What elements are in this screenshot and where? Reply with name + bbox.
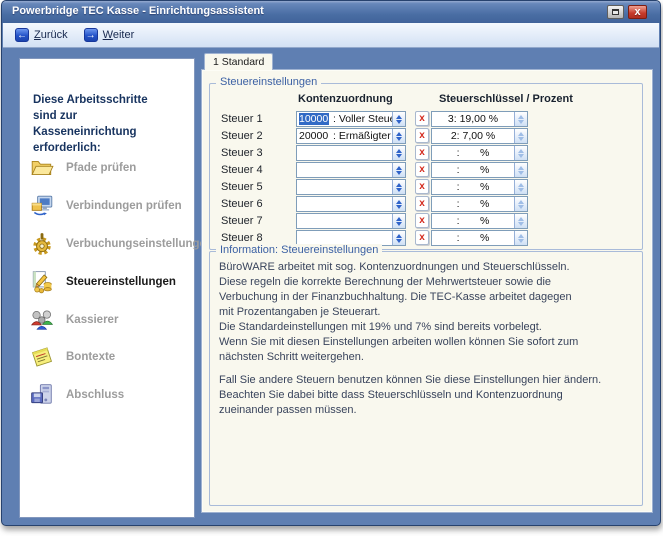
- taxkey-spinner-icon[interactable]: [514, 231, 527, 245]
- account-spinner-icon[interactable]: [392, 180, 405, 194]
- taxkey-value: : %: [432, 198, 514, 210]
- account-combo-1[interactable]: 10000 : Voller Steuersatz: [296, 111, 406, 127]
- cashier-group-icon: [30, 308, 54, 332]
- taxkey-spinner-icon[interactable]: [514, 112, 527, 126]
- column-header-kontenzuordnung: Kontenzuordnung: [298, 93, 393, 105]
- network-connection-icon: [30, 194, 54, 218]
- forward-label: Weiter: [103, 29, 135, 41]
- back-label: Zurück: [34, 29, 68, 41]
- taxkey-value: : %: [432, 147, 514, 159]
- account-spinner-icon[interactable]: [392, 129, 405, 143]
- clear-taxkey-button-3[interactable]: x: [415, 145, 429, 160]
- taxkey-spinner-icon[interactable]: [514, 163, 527, 177]
- close-button[interactable]: x: [628, 5, 647, 19]
- sidebar-item-pfade-pruefen[interactable]: Pfade prüfen: [30, 155, 136, 181]
- tax-row-2: Steuer 2 20000 : Ermäßigter Steuers x 2:…: [210, 128, 642, 144]
- tax-row-4: Steuer 4 x : %: [210, 162, 642, 178]
- tax-settings-group: Steuereinstellungen Kontenzuordnung Steu…: [209, 83, 643, 250]
- information-text: BüroWARE arbeitet mit sog. Kontenzuordnu…: [219, 261, 636, 419]
- clear-taxkey-button-2[interactable]: x: [415, 128, 429, 143]
- account-spinner-icon[interactable]: [392, 231, 405, 245]
- forward-button[interactable]: → Weiter: [84, 28, 135, 42]
- tax-row-6: Steuer 6 x : %: [210, 196, 642, 212]
- sidebar-item-verbindungen-pruefen[interactable]: Verbindungen prüfen: [30, 193, 182, 219]
- sidebar-item-abschluss[interactable]: Abschluss: [30, 382, 124, 408]
- title-bar: Powerbridge TEC Kasse - Einrichtungsassi…: [2, 1, 660, 23]
- account-spinner-icon[interactable]: [392, 163, 405, 177]
- sidebar-item-bontexte[interactable]: Bontexte: [30, 344, 115, 370]
- tax-row-3: Steuer 3 x : %: [210, 145, 642, 161]
- restore-button[interactable]: [607, 5, 624, 19]
- taxkey-combo-1[interactable]: 3: 19,00 %: [431, 111, 528, 127]
- account-spinner-icon[interactable]: [392, 146, 405, 160]
- taxkey-value: : %: [432, 181, 514, 193]
- steps-heading: Diese Arbeitsschritte sind zur Kassenein…: [33, 92, 183, 156]
- wizard-window: Powerbridge TEC Kasse - Einrichtungsassi…: [1, 0, 661, 526]
- taxkey-spinner-icon[interactable]: [514, 129, 527, 143]
- account-value: 10000: [299, 113, 329, 125]
- taxkey-value: : %: [432, 164, 514, 176]
- taxkey-combo-2[interactable]: 2: 7,00 %: [431, 128, 528, 144]
- sidebar-item-steuereinstellungen[interactable]: Steuereinstellungen: [30, 269, 176, 295]
- clear-taxkey-button-5[interactable]: x: [415, 179, 429, 194]
- account-combo-5[interactable]: [296, 179, 406, 195]
- account-spinner-icon[interactable]: [392, 214, 405, 228]
- taxkey-value: : %: [432, 232, 514, 244]
- account-value: 20000: [299, 130, 329, 142]
- clear-taxkey-button-1[interactable]: x: [415, 111, 429, 126]
- account-combo-4[interactable]: [296, 162, 406, 178]
- window-title: Powerbridge TEC Kasse - Einrichtungsassi…: [12, 5, 264, 17]
- taxkey-combo-7[interactable]: : %: [431, 213, 528, 229]
- clear-taxkey-button-7[interactable]: x: [415, 213, 429, 228]
- taxkey-spinner-icon[interactable]: [514, 197, 527, 211]
- account-combo-7[interactable]: [296, 213, 406, 229]
- steps-sidebar: Diese Arbeitsschritte sind zur Kassenein…: [19, 58, 195, 518]
- tax-group-title: Steuereinstellungen: [216, 76, 321, 88]
- back-button[interactable]: ← Zurück: [15, 28, 68, 42]
- folder-icon: [30, 156, 54, 180]
- account-combo-3[interactable]: [296, 145, 406, 161]
- information-group: Information: Steuereinstellungen BüroWAR…: [209, 251, 643, 506]
- taxkey-combo-5[interactable]: : %: [431, 179, 528, 195]
- forward-arrow-icon: →: [84, 28, 98, 42]
- taxkey-combo-8[interactable]: : %: [431, 230, 528, 246]
- tax-row-1: Steuer 1 10000 : Voller Steuersatz x 3: …: [210, 111, 642, 127]
- computer-disk-icon: [30, 383, 54, 407]
- account-spinner-icon[interactable]: [392, 197, 405, 211]
- tax-row-7: Steuer 7 x : %: [210, 213, 642, 229]
- sidebar-item-kassierer[interactable]: Kassierer: [30, 307, 118, 333]
- taxkey-combo-3[interactable]: : %: [431, 145, 528, 161]
- wizard-toolbar: ← Zurück → Weiter: [3, 23, 659, 48]
- account-combo-6[interactable]: [296, 196, 406, 212]
- note-icon: [30, 345, 54, 369]
- tab-standard[interactable]: 1 Standard: [204, 53, 273, 70]
- taxkey-value: : %: [432, 215, 514, 227]
- tab-page: Steuereinstellungen Kontenzuordnung Steu…: [201, 69, 653, 513]
- clear-taxkey-button-4[interactable]: x: [415, 162, 429, 177]
- taxkey-value: 2: 7,00 %: [432, 130, 514, 142]
- restore-icon: [612, 9, 619, 15]
- taxkey-combo-4[interactable]: : %: [431, 162, 528, 178]
- column-header-steuerschluessel: Steuerschlüssel / Prozent: [439, 93, 573, 105]
- account-spinner-icon[interactable]: [392, 112, 405, 126]
- taxkey-spinner-icon[interactable]: [514, 146, 527, 160]
- clear-taxkey-button-8[interactable]: x: [415, 230, 429, 245]
- taxkey-spinner-icon[interactable]: [514, 214, 527, 228]
- information-group-title: Information: Steuereinstellungen: [216, 244, 382, 256]
- sidebar-item-verbuchungseinstellungen[interactable]: Verbuchungseinstellungen: [30, 231, 213, 257]
- gear-icon: [30, 232, 54, 256]
- taxkey-combo-6[interactable]: : %: [431, 196, 528, 212]
- taxkey-value: 3: 19,00 %: [432, 113, 514, 125]
- clear-taxkey-button-6[interactable]: x: [415, 196, 429, 211]
- tax-row-5: Steuer 5 x : %: [210, 179, 642, 195]
- account-combo-2[interactable]: 20000 : Ermäßigter Steuers: [296, 128, 406, 144]
- back-arrow-icon: ←: [15, 28, 29, 42]
- taxkey-spinner-icon[interactable]: [514, 180, 527, 194]
- tax-document-icon: [30, 270, 54, 294]
